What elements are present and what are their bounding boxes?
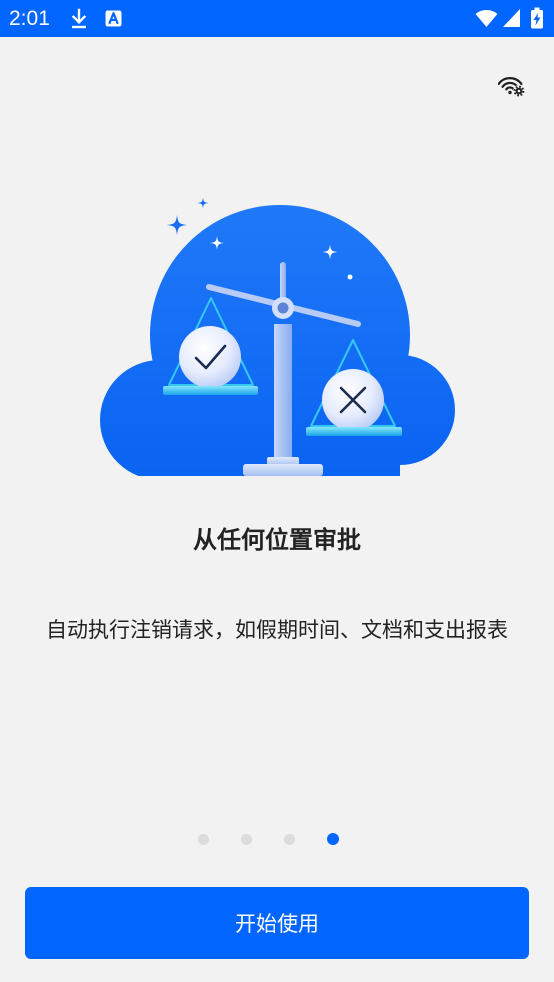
page-indicator-dot <box>241 833 252 845</box>
scale-pivot <box>272 297 294 319</box>
page-indicator-dot <box>198 833 209 845</box>
onboarding-title: 从任何位置审批 <box>193 526 361 554</box>
wifi-settings-button[interactable] <box>498 70 526 98</box>
get-started-button[interactable]: 开始使用 <box>25 887 529 959</box>
status-time: 2:01 <box>9 7 50 30</box>
sparkle-icon <box>197 197 209 209</box>
wifi-icon <box>475 9 498 28</box>
approval-scale-illustration <box>100 197 455 476</box>
battery-charging-icon <box>531 7 543 29</box>
download-icon <box>71 8 87 29</box>
status-bar: 2:01 <box>0 0 554 37</box>
page-indicator-dot <box>284 833 295 845</box>
onboarding-description: 自动执行注销请求，如假期时间、文档和支出报表 <box>46 618 508 642</box>
page-indicator <box>198 833 340 845</box>
a-notification-icon <box>105 10 122 27</box>
wifi-settings-icon <box>498 77 525 97</box>
sparkle-dot <box>347 274 353 280</box>
sparkle-icon <box>167 215 187 235</box>
signal-icon <box>503 9 520 27</box>
get-started-label: 开始使用 <box>235 912 319 936</box>
page-indicator-dot-active <box>327 833 339 845</box>
onboarding-screen: 2:01 从任何位置审批 自动执行注销请求，如假期时间、文档和支出报表 开始使用 <box>0 0 554 982</box>
